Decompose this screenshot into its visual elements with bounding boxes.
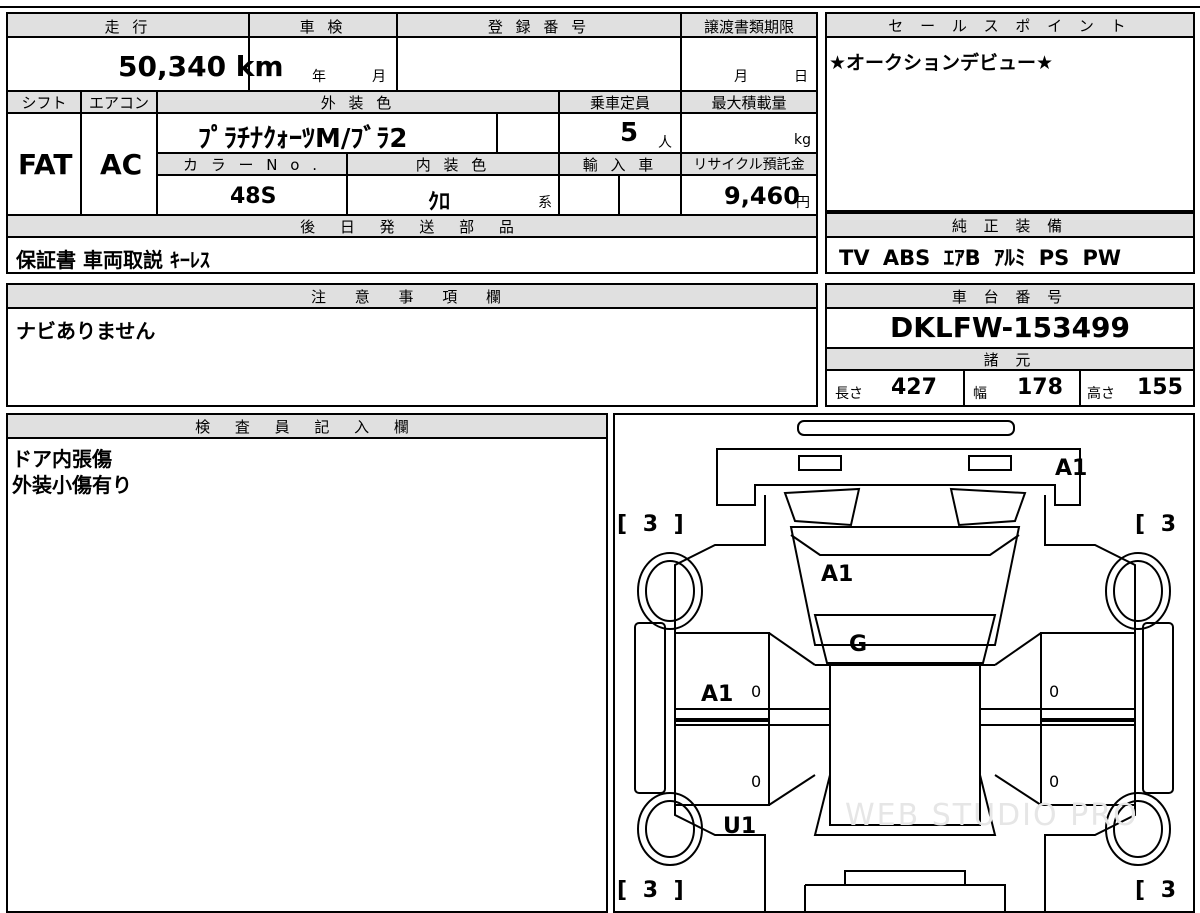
capacity-value: 5 (620, 118, 639, 148)
door-zero-rl: 0 (751, 772, 761, 791)
top-cut-strip (0, 0, 1200, 8)
watermark-text: WEB STUDIO PRO (845, 798, 1139, 833)
recycle-unit: 円 (796, 195, 810, 211)
damage-mark-windshield: G (849, 632, 867, 657)
max-load-unit: kg (794, 132, 811, 148)
equipment-header: 純 正 装 備 (951, 216, 1069, 235)
notes-box: 注 意 事 項 欄 ナビありません (6, 283, 818, 407)
capacity-unit: 人 (658, 135, 672, 151)
inspector-box: 検 査 員 記 入 欄 ドア内張傷 外装小傷有り (6, 413, 608, 913)
inspection-year-unit: 年 (312, 69, 326, 85)
equipment-value: TV ABS ｴｱB ｱﾙﾐ PS PW (839, 246, 1122, 270)
inspector-line-1: ドア内張傷 (12, 447, 112, 471)
shift-value: FAT (18, 148, 73, 181)
vehicle-info-table: 走 行 車 検 登 録 番 号 譲渡書類期限 50,340 km 年 月 月 日… (6, 12, 818, 274)
door-zero-fr: 0 (1049, 682, 1059, 701)
chassis-value: DKLFW-153499 (889, 311, 1131, 344)
mileage-header: 走 行 (104, 18, 152, 36)
aircon-header: エアコン (88, 94, 149, 112)
registration-header: 登 録 番 号 (487, 18, 591, 36)
length-value: 427 (891, 375, 937, 400)
transfer-day-unit: 日 (794, 69, 808, 85)
later-parts-value: 保証書 車両取説 ｷｰﾚｽ (16, 248, 210, 272)
damage-mark-left-rear: U1 (723, 814, 756, 839)
notes-value: ナビありません (16, 319, 156, 343)
specs-header: 諸 元 (983, 350, 1037, 369)
door-zero-fl: 0 (751, 682, 761, 701)
tire-rear-left: [ 3 ] (617, 878, 688, 903)
interior-color-value: ｸﾛ (428, 190, 451, 215)
inspection-month-unit: 月 (372, 69, 386, 85)
capacity-header: 乗車定員 (589, 94, 650, 112)
chassis-header: 車 台 番 号 (951, 287, 1069, 306)
max-load-header: 最大積載量 (711, 94, 787, 112)
import-header: 輸 入 車 (582, 156, 658, 174)
notes-header: 注 意 事 項 欄 (310, 287, 514, 306)
color-no-value: 48S (230, 184, 277, 209)
tire-rear-right: [ 3 ] (1135, 878, 1193, 903)
inspector-line-2: 外装小傷有り (12, 473, 132, 497)
damage-mark-left-door: A1 (701, 682, 733, 707)
sales-point-box: セ ー ル ス ポ イ ン ト ★オークションデビュー★ (825, 12, 1195, 212)
mileage-value: 50,340 km (118, 50, 284, 83)
height-value: 155 (1137, 375, 1183, 400)
shift-header: シフト (21, 94, 67, 112)
sales-point-header: セ ー ル ス ポ イ ン ト (888, 16, 1132, 35)
damage-mark-hood: A1 (821, 562, 853, 587)
chassis-box: 車 台 番 号 DKLFW-153499 諸 元 長さ 427 幅 178 高さ… (825, 283, 1195, 407)
interior-color-suffix: 系 (538, 195, 552, 211)
exterior-color-header: 外 装 色 (320, 94, 396, 112)
sales-point-value: ★オークションデビュー★ (829, 52, 1054, 74)
car-outline-svg: WEB STUDIO PRO A1 A1 G A1 U1 [ 3 ] [ 3 ]… (617, 420, 1193, 911)
interior-color-header: 内 装 色 (415, 156, 491, 174)
tire-front-left: [ 3 ] (617, 512, 688, 537)
aircon-value: AC (100, 148, 143, 181)
recycle-value: 9,460 (724, 182, 800, 210)
length-label: 長さ (835, 386, 863, 402)
door-zero-rr: 0 (1049, 772, 1059, 791)
equipment-box: 純 正 装 備 TV ABS ｴｱB ｱﾙﾐ PS PW (825, 212, 1195, 274)
later-parts-header: 後 日 発 送 部 品 (300, 218, 524, 236)
tire-front-right: [ 3 ] (1135, 512, 1193, 537)
transfer-header: 譲渡書類期限 (703, 18, 794, 36)
color-no-header: カ ラ ー N o . (182, 156, 321, 174)
width-label: 幅 (973, 386, 987, 402)
height-label: 高さ (1087, 386, 1115, 402)
width-value: 178 (1017, 375, 1063, 400)
exterior-color-value: ﾌﾟﾗﾁﾅｸｫｰﾂM/ﾌﾞﾗ2 (198, 124, 408, 154)
recycle-header: リサイクル預託金 (693, 157, 805, 173)
inspector-header: 検 査 員 記 入 欄 (195, 417, 419, 436)
damage-mark-hood-front: A1 (1055, 456, 1087, 481)
car-damage-diagram: WEB STUDIO PRO A1 A1 G A1 U1 [ 3 ] [ 3 ]… (613, 413, 1195, 913)
inspection-header: 車 検 (299, 18, 347, 36)
transfer-month-unit: 月 (734, 69, 748, 85)
